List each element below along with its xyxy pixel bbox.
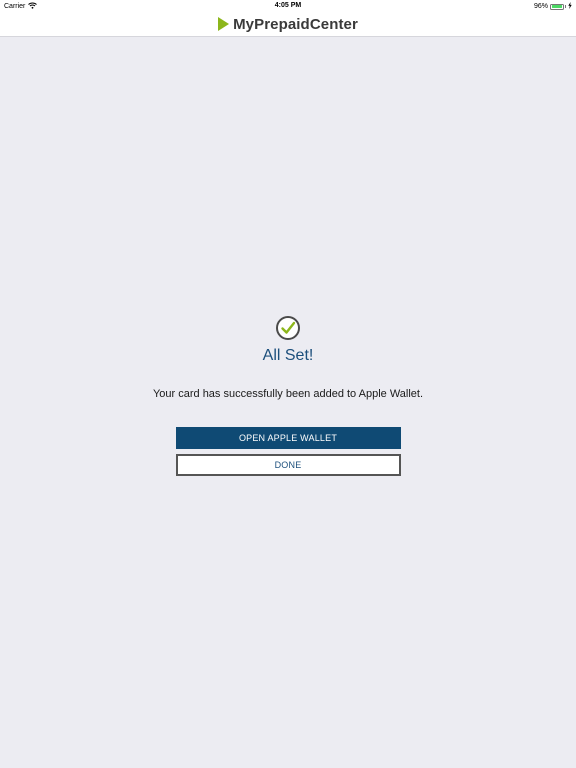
app-header: MyPrepaidCenter bbox=[0, 12, 576, 37]
brand-logo-text: MyPrepaidCenter bbox=[233, 15, 358, 33]
check-circle-icon bbox=[276, 316, 300, 340]
status-bar: Carrier 4:05 PM 96% bbox=[0, 0, 576, 12]
battery-percent: 96% bbox=[533, 3, 548, 10]
charging-bolt-icon bbox=[568, 2, 572, 11]
battery-tip bbox=[565, 5, 566, 8]
confirmation-panel: All Set! Your card has successfully been… bbox=[0, 316, 576, 476]
status-time: 4:05 PM bbox=[274, 2, 302, 9]
open-apple-wallet-button[interactable]: OPEN APPLE WALLET bbox=[175, 427, 401, 449]
battery-fill bbox=[551, 5, 563, 8]
confirmation-message: Your card has successfully been added to… bbox=[152, 388, 424, 400]
status-right: 96% bbox=[534, 2, 572, 11]
brand-arrow-icon bbox=[218, 17, 230, 31]
confirmation-title: All Set! bbox=[262, 347, 314, 364]
done-button[interactable]: DONE bbox=[175, 454, 401, 476]
battery-icon bbox=[550, 3, 564, 10]
